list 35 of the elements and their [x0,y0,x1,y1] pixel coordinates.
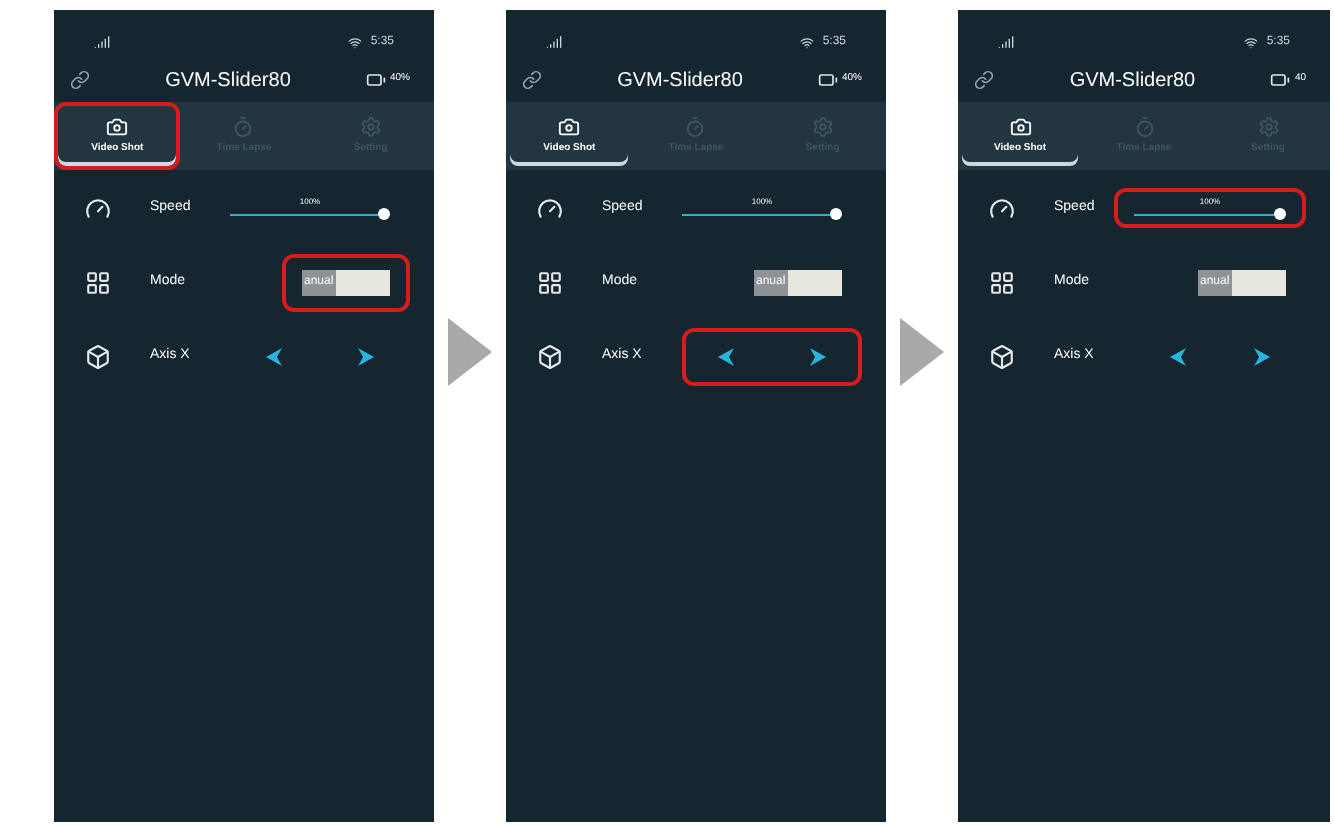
camera-icon [1009,115,1031,138]
wifi-icon [1244,35,1259,49]
signal-icon [546,34,562,50]
signal-icon [998,34,1014,50]
battery-icon [817,70,838,90]
gear-icon [1257,115,1279,138]
right-arrow-icon[interactable] [810,347,826,365]
gear-icon [359,115,382,138]
camera-icon [106,115,129,138]
left-arrow-icon[interactable] [1170,347,1186,365]
timer-icon [232,115,255,138]
app-title: GVM-Slider80 [165,67,291,95]
left-arrow-icon[interactable] [266,347,282,365]
chevron-icon [448,318,492,386]
gear-icon [811,115,834,138]
timer-icon [1133,115,1155,138]
link-icon[interactable] [974,70,994,90]
right-arrow-icon[interactable] [1254,347,1270,365]
app-title: GVM-Slider80 [1069,67,1196,95]
left-arrow-icon[interactable] [718,347,734,365]
app-title: GVM-Slider80 [617,67,743,95]
right-arrow-icon[interactable] [358,347,374,365]
link-icon[interactable] [70,70,90,90]
timer-icon [684,115,707,138]
camera-icon [558,115,581,138]
link-icon[interactable] [522,70,542,90]
speed-slider[interactable] [230,208,390,220]
speed-slider[interactable] [682,208,842,220]
wifi-icon [348,35,363,49]
signal-icon [94,34,110,50]
chevron-icon [900,318,944,386]
battery-icon [1270,70,1291,90]
wifi-icon [800,35,815,49]
battery-icon [365,70,386,90]
speed-slider[interactable] [1134,208,1286,220]
